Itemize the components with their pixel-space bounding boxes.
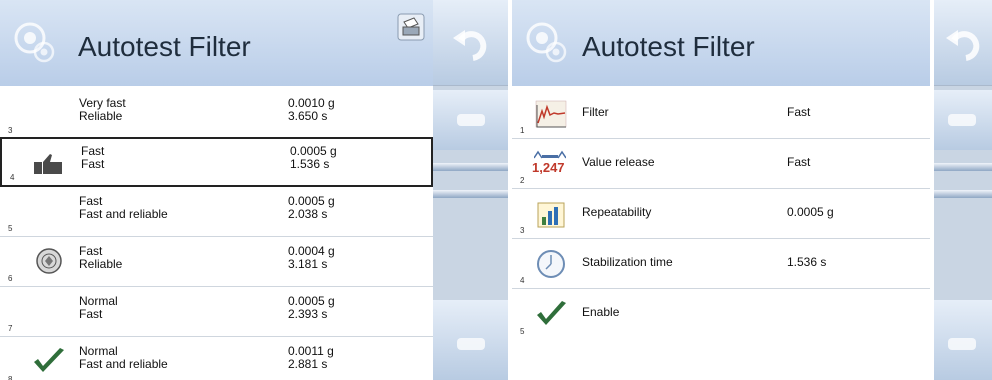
thumbs-up-icon <box>34 154 62 174</box>
setting-label: Value release <box>582 155 655 169</box>
seal-icon <box>36 248 62 274</box>
row-number: 3 <box>8 126 13 135</box>
row-number: 3 <box>520 226 525 235</box>
page-title: Autotest Filter <box>78 31 251 62</box>
clock-icon <box>537 250 565 278</box>
scroll-up-icon <box>457 114 485 126</box>
header: Autotest Filter <box>512 0 930 86</box>
scale-arrows-icon <box>534 150 566 159</box>
checkmark-icon <box>537 301 566 325</box>
row-number: 7 <box>8 324 13 333</box>
autotest-filter-list-screen: Autotest Filter Very fast Reliable 0.001… <box>0 0 508 380</box>
filter-chart-icon <box>535 100 567 128</box>
setting-label: Repeatability <box>582 205 652 219</box>
row-number: 1 <box>520 126 525 135</box>
stabilization-value: 2.393 s <box>288 307 328 321</box>
undo-arrow-icon <box>946 30 980 61</box>
scroll-down-icon <box>948 338 976 350</box>
checkmark-icon <box>34 348 64 372</box>
stabilization-value: 2.881 s <box>288 357 328 371</box>
sidebar <box>934 0 992 380</box>
quality-label: Fast and reliable <box>79 207 168 221</box>
setting-label: Enable <box>582 305 620 319</box>
quality-label: Fast and reliable <box>79 357 168 371</box>
settings-row-repeatability[interactable]: Repeatability 0.0005 g 3 <box>512 189 930 239</box>
list-item[interactable]: Very fast Reliable 0.0010 g 3.650 s 3 <box>0 89 433 139</box>
row-number: 4 <box>10 173 15 182</box>
quality-label: Fast <box>79 307 103 321</box>
print-icon[interactable] <box>396 12 426 42</box>
scroll-up-icon <box>948 114 976 126</box>
settings-gears-icon <box>526 22 567 63</box>
row-number: 2 <box>520 176 525 185</box>
setting-label: Filter <box>582 105 609 119</box>
value-release-icon-text: 1,247 <box>532 160 565 175</box>
value-release-icon: 1,247 <box>532 149 572 179</box>
settings-row-filter[interactable]: Filter Fast 1 <box>512 89 930 139</box>
row-number: 4 <box>520 276 525 285</box>
header: Autotest Filter <box>0 0 433 86</box>
setting-value: Fast <box>787 105 811 119</box>
undo-arrow-icon <box>453 30 487 61</box>
stabilization-value: 3.181 s <box>288 257 328 271</box>
row-number: 5 <box>8 224 13 233</box>
back-button[interactable] <box>433 0 508 86</box>
list-item[interactable]: Fast Reliable 0.0004 g 3.181 s 6 <box>0 237 433 287</box>
setting-value: Fast <box>787 155 811 169</box>
stabilization-value: 1.536 s <box>290 157 330 171</box>
scroll-up-button[interactable] <box>934 90 992 150</box>
settings-row-stabilization-time[interactable]: Stabilization time 1.536 s 4 <box>512 239 930 289</box>
scrollbar-track[interactable] <box>934 163 992 171</box>
list-item[interactable]: Normal Fast and reliable 0.0011 g 2.881 … <box>0 337 433 380</box>
scroll-up-button[interactable] <box>433 90 508 150</box>
quality-label: Reliable <box>79 109 123 123</box>
scrollbar-thumb[interactable] <box>433 190 508 198</box>
sidebar <box>433 0 508 380</box>
settings-gears-icon <box>14 22 55 63</box>
list-item[interactable]: Fast Fast and reliable 0.0005 g 2.038 s … <box>0 187 433 237</box>
quality-label: Fast <box>81 157 105 171</box>
stabilization-value: 3.650 s <box>288 109 328 123</box>
stabilization-value: 2.038 s <box>288 207 328 221</box>
row-number: 6 <box>8 274 13 283</box>
setting-value: 0.0005 g <box>787 205 834 219</box>
scroll-down-icon <box>457 338 485 350</box>
scrollbar-thumb[interactable] <box>934 190 992 198</box>
bar-chart-icon <box>537 202 565 228</box>
scroll-down-button[interactable] <box>433 300 508 380</box>
settings-row-enable[interactable]: Enable 5 <box>512 289 930 339</box>
setting-label: Stabilization time <box>582 255 673 269</box>
page-title: Autotest Filter <box>582 31 755 62</box>
setting-value: 1.536 s <box>787 255 827 269</box>
row-number: 5 <box>520 327 525 336</box>
row-number: 8 <box>8 375 13 380</box>
list-item-selected[interactable]: Fast Fast 0.0005 g 1.536 s 4 <box>0 137 433 187</box>
scrollbar-track[interactable] <box>433 163 508 171</box>
list-item[interactable]: Normal Fast 0.0005 g 2.393 s 7 <box>0 287 433 337</box>
scroll-down-button[interactable] <box>934 300 992 380</box>
quality-label: Reliable <box>79 257 123 271</box>
back-button[interactable] <box>934 0 992 86</box>
settings-row-value-release[interactable]: 1,247 Value release Fast 2 <box>512 139 930 189</box>
autotest-filter-settings-screen: Autotest Filter Filter Fast 1 1,247 Valu… <box>512 0 992 380</box>
